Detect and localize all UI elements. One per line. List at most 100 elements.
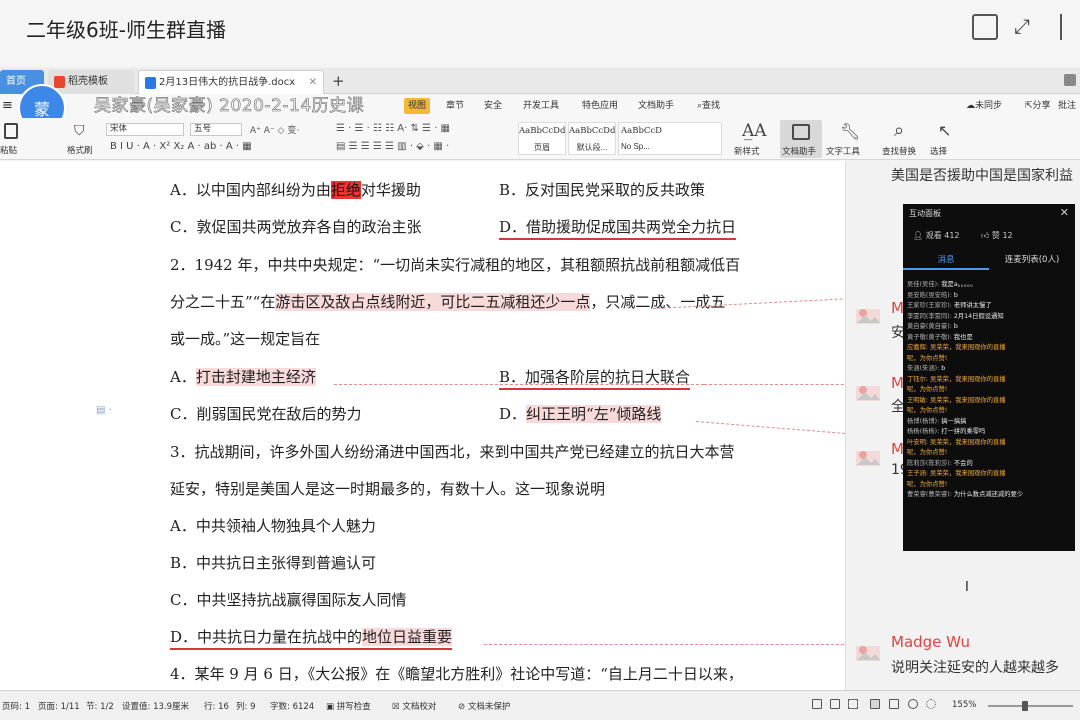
window-menu-icon[interactable] — [1064, 74, 1076, 86]
menu-doc-helper[interactable]: 文档助手 — [638, 94, 674, 118]
comment-highlight[interactable]: 纠正王明“左”倾路线 — [526, 405, 662, 423]
zoom-slider-handle[interactable] — [1022, 701, 1028, 711]
comment-avatar — [855, 445, 881, 467]
paragraph-marker-icon[interactable]: ▤ · — [96, 405, 112, 416]
chat-sender: 王子涵: — [907, 470, 929, 477]
row-number: 行: 16 — [204, 702, 229, 712]
panel-toggle-icon[interactable] — [1060, 14, 1080, 40]
focus-mode-icon[interactable] — [812, 699, 822, 709]
ribbon-toolbar: 粘贴 ⛉ 格式刷 宋体 五号 A⁺ A⁻ ◇ 变· B I U · A · X²… — [0, 118, 1080, 160]
thumbs-up-icon: 👍︎ — [981, 231, 992, 240]
q4-line-1: 4．某年 9 月 6 日，《大公报》在《瞻望北方胜利》社论中写道：“自上月二十日… — [170, 665, 743, 683]
style-header[interactable]: AaBbCcDd 页眉 — [518, 122, 566, 155]
hamburger-icon[interactable]: ≡ — [2, 94, 13, 118]
chat-text: 吴荣荣，我来围观你的直播 — [930, 470, 1006, 477]
style-label: No Sp... — [621, 142, 650, 151]
viewer-count: 👤︎ 观看 412 — [913, 230, 960, 241]
share-button[interactable]: ⇱分享 — [1025, 94, 1051, 118]
select-arrow-icon[interactable]: ↖ — [938, 121, 951, 140]
sync-label: 未同步 — [975, 101, 1003, 111]
status-bar: 页码: 1 页面: 1/11 节: 1/2 设置值: 13.9厘米 行: 16 … — [0, 690, 1080, 720]
find-replace-icon[interactable]: ⌕ — [894, 120, 904, 141]
close-icon[interactable]: ✕ — [1060, 206, 1069, 219]
chat-text: 不会的 — [953, 459, 973, 467]
paragraph-buttons[interactable]: ☰ · ☰ · ☷ ☷ A· ⇅ ☰ · ▦ — [336, 123, 450, 134]
interactive-panel: 互动面板 ✕ 👤︎ 观看 412 👍︎ 赞 12 消息 连麦列表(0人) 吴佳(… — [903, 204, 1075, 551]
chat-sender: 曹荣睿(曹荣睿): — [907, 491, 952, 498]
proofread[interactable]: ☒ 文档校对 — [392, 700, 436, 712]
chat-sender: 吴佳(吴佳): — [907, 281, 940, 288]
style-no-spacing[interactable]: AaBbCcD No Sp... — [618, 122, 722, 155]
chat-message: 吴安皓(吴安皓): b — [907, 291, 1073, 300]
page-view-icon[interactable] — [870, 699, 880, 709]
sync-status[interactable]: ☁未同步 — [966, 94, 1002, 118]
q3-line-2: 延安，特别是美国人是这一时期最多的，有数十人。这一现象说明 — [170, 480, 606, 498]
comment-highlight[interactable]: 游击区及敌占点线附近，可比二五减租还少一点 — [275, 293, 591, 311]
document-page[interactable] — [0, 161, 845, 690]
style-default[interactable]: AaBbCcDd 默认段... — [568, 122, 616, 155]
alignment-buttons[interactable]: ▤ ☰ ☰ ☰ ☰ ▥ · ⬙ · ▦ · — [336, 141, 449, 152]
chat-text: b — [941, 365, 946, 372]
chat-message: 杨博(杨博): 搞一搞搞 — [907, 417, 1073, 426]
paste-icon[interactable] — [4, 123, 18, 139]
menu-search[interactable]: ⌕查找 — [697, 94, 720, 118]
tab-close-icon[interactable]: ✕ — [309, 71, 317, 95]
chat-sender: 王家珍(王家珍): — [907, 302, 952, 309]
tab-templates[interactable]: 稻壳模板 — [48, 70, 134, 94]
paste-label: 粘贴 — [0, 146, 18, 156]
comment-avatar — [855, 303, 881, 325]
outline-view-icon[interactable] — [889, 699, 899, 709]
tab-messages[interactable]: 消息 — [903, 250, 989, 270]
like-count-text: 赞 12 — [991, 231, 1013, 240]
live-title: 二年级6班-师生群直播 — [26, 18, 226, 42]
menu-special-apps[interactable]: 特色应用 — [582, 94, 618, 118]
web-view-icon[interactable] — [908, 699, 918, 709]
q1-option-c: C．敦促国共两党放弃各自的政治主张 — [170, 218, 422, 236]
protection-status[interactable]: ⊘ 文档未保护 — [458, 700, 510, 712]
comment-highlight[interactable]: 打击封建地主经济 — [195, 368, 316, 386]
tab-document[interactable]: 2月13日伟大的抗日战争.docx ✕ — [138, 70, 324, 94]
doc-helper-label: 文档助手 — [782, 147, 817, 157]
like-count: 👍︎ 赞 12 — [981, 230, 1013, 241]
fullscreen-icon[interactable]: ⤢ — [1014, 14, 1030, 38]
chat-sender: 李雯同(李雯同): — [907, 312, 952, 320]
doc-helper-icon — [792, 124, 810, 140]
annotation-button[interactable]: 批注 — [1058, 94, 1076, 118]
viewer-count-text: 观看 412 — [925, 231, 960, 240]
font-size-select[interactable]: 五号 — [190, 123, 242, 136]
zoom-level[interactable]: 155% — [952, 700, 976, 710]
chat-text: 呢，为你点赞! — [907, 480, 948, 488]
comment-highlight[interactable]: 地位日益重要 — [362, 628, 453, 646]
chat-message: 曹荣睿(曹荣睿): 为什么数点减还减的要少 — [907, 490, 1073, 499]
live-header: 二年级6班-师生群直播 ⤢ — [0, 0, 1080, 66]
zoom-slider[interactable] — [988, 705, 1073, 707]
font-name-select[interactable]: 宋体 — [106, 123, 184, 136]
tab-templates-label: 稻壳模板 — [68, 76, 108, 87]
comment-text: 美国是否援助中国是国家利益 — [891, 168, 1073, 184]
menu-chapter[interactable]: 章节 — [446, 94, 464, 118]
new-tab-icon[interactable]: + — [332, 70, 345, 92]
chat-message: 朱涵(朱涵): b — [907, 364, 1073, 373]
font-size-buttons[interactable]: A⁺ A⁻ ◇ 变· — [250, 123, 299, 136]
find-replace-label: 查找替换 — [882, 147, 917, 157]
reading-mode-icon[interactable] — [830, 699, 840, 709]
format-painter-icon[interactable]: ⛉ — [74, 123, 85, 139]
menu-security[interactable]: 安全 — [484, 94, 502, 118]
chat-text: 打一拼的乘零吗 — [941, 428, 986, 435]
eye-care-icon[interactable] — [926, 699, 936, 709]
new-style-label: 新样式 — [734, 147, 760, 157]
menu-dev-tools[interactable]: 开发工具 — [523, 94, 559, 118]
text: A． — [170, 368, 196, 386]
new-style-icon[interactable]: A̲A — [742, 121, 767, 141]
mini-window-icon[interactable] — [972, 14, 998, 40]
wrench-icon[interactable]: 🔧︎ — [840, 122, 860, 141]
menu-view[interactable]: 视图 — [404, 98, 431, 114]
word-count[interactable]: 字数: 6124 — [270, 700, 314, 712]
chat-text: 我也是 — [953, 333, 973, 341]
chat-text: 呢，为你点赞! — [907, 449, 948, 456]
tab-mic-list[interactable]: 连麦列表(0人) — [989, 250, 1075, 270]
font-format-buttons[interactable]: B I U · A · X² X₂ A · ab · A · ▦ — [110, 141, 252, 152]
edit-mode-icon[interactable] — [848, 699, 858, 709]
spell-check[interactable]: ▣ 拼写检查 — [326, 700, 371, 712]
section-count: 节: 1/2 — [86, 702, 114, 712]
